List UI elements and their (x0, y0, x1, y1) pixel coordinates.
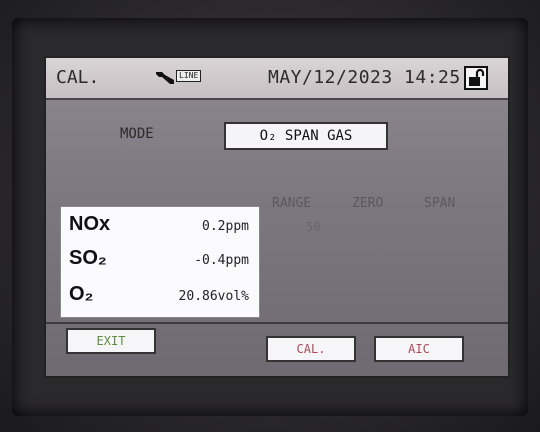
unlock-icon[interactable] (464, 66, 488, 90)
column-header-zero: ZERO (352, 196, 384, 211)
mode-label: MODE (120, 126, 154, 142)
aic-button[interactable]: AIC (374, 336, 464, 362)
range-value: 50 (306, 220, 321, 234)
touch-screen: CAL. LINE MAY/12/2023 14:25 MODE O₂ SPAN… (44, 56, 510, 378)
gas-value-so2: -0.4ppm (194, 253, 249, 268)
gas-value-nox: 0.2ppm (202, 219, 249, 234)
gas-value-o2: 20.86vol% (178, 289, 249, 304)
status-mode-text: CAL. (56, 67, 100, 88)
datetime-display: MAY/12/2023 14:25 (268, 67, 461, 88)
cal-button[interactable]: CAL. (266, 336, 356, 362)
button-bar-divider (46, 322, 508, 324)
gas-label-so2: SO₂ (69, 247, 107, 269)
gas-label-o2: O₂ (69, 283, 94, 305)
column-header-range: RANGE (272, 196, 312, 211)
exit-button[interactable]: EXIT (66, 328, 156, 354)
readings-panel: NOx 0.2ppm SO₂ -0.4ppm O₂ 20.86vol% (60, 206, 260, 318)
status-bar: CAL. LINE MAY/12/2023 14:25 (46, 58, 508, 100)
line-badge: LINE (176, 70, 202, 82)
column-header-span: SPAN (424, 196, 456, 211)
gas-label-nox: NOx (69, 213, 111, 235)
unlock-icon-glyph (469, 68, 485, 86)
mode-select[interactable]: O₂ SPAN GAS (224, 122, 388, 150)
